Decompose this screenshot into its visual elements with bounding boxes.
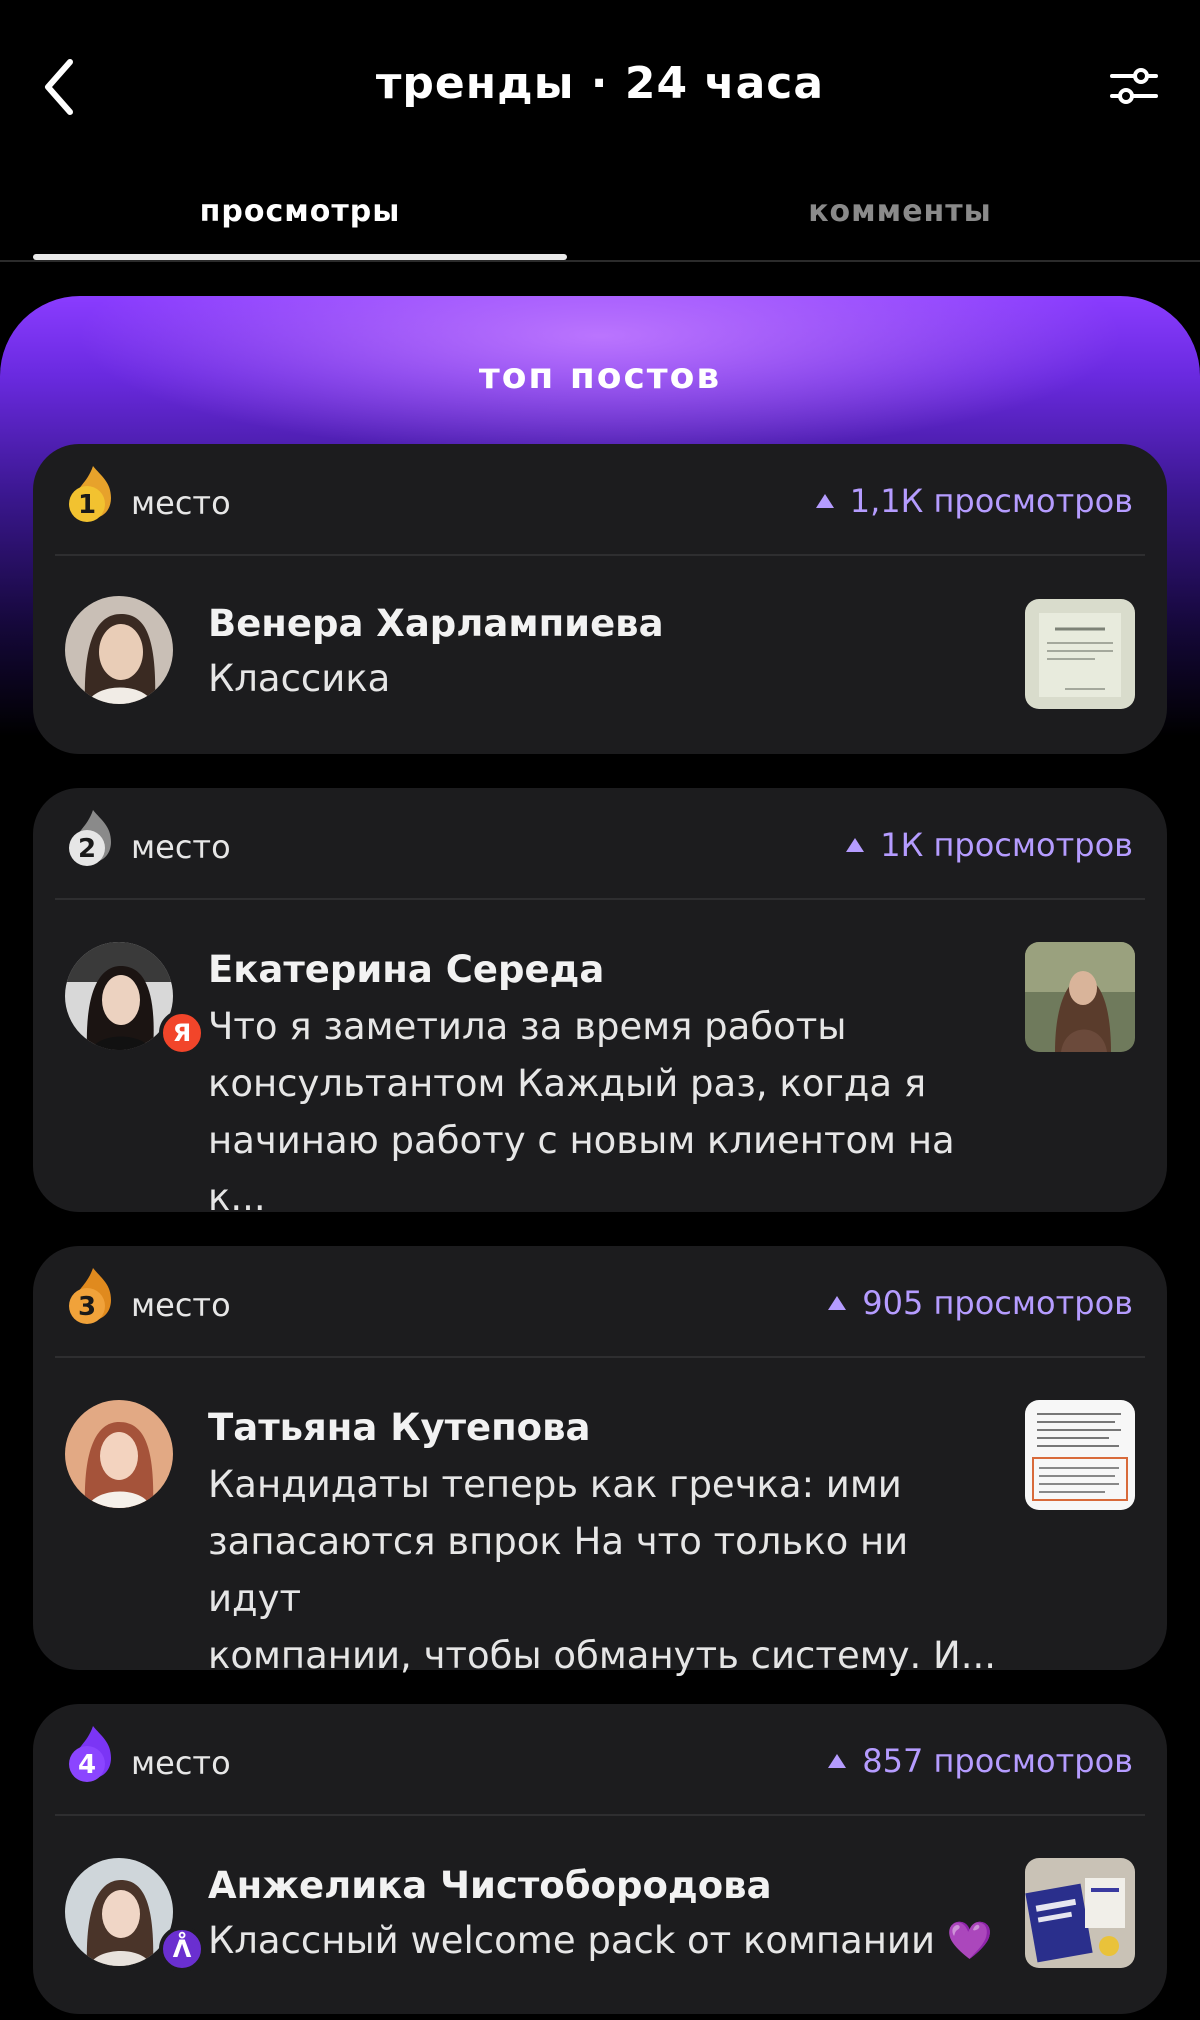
trend-up-icon xyxy=(815,494,834,508)
tab-bar: просмотры комменты xyxy=(0,180,1200,262)
trend-up-icon xyxy=(846,838,865,852)
avatar[interactable] xyxy=(65,942,173,1050)
author-name[interactable]: Екатерина Середа xyxy=(208,948,604,991)
author-name[interactable]: Венера Харлампиева xyxy=(208,602,664,645)
post-thumbnail[interactable] xyxy=(1025,599,1135,709)
post-card[interactable]: 1 место 1,1К просмотров Венера Харлампие… xyxy=(33,444,1167,754)
views-count: 905 просмотров xyxy=(828,1284,1133,1322)
views-count: 1К просмотров xyxy=(846,826,1133,864)
place-label: место xyxy=(131,828,231,866)
place-label: место xyxy=(131,484,231,522)
page-title: тренды · 24 часа xyxy=(375,58,825,109)
card-header: 4 место 857 просмотров xyxy=(33,1704,1167,1814)
divider xyxy=(55,1356,1145,1358)
post-thumbnail[interactable] xyxy=(1025,942,1135,1052)
trend-up-icon xyxy=(828,1296,847,1310)
gold-flame-icon: 1 xyxy=(69,466,111,522)
post-snippet: Что я заметила за время работы консульта… xyxy=(208,1005,955,1219)
avatar[interactable] xyxy=(65,1858,173,1966)
svg-text:4: 4 xyxy=(78,1750,96,1780)
filter-button[interactable] xyxy=(1108,64,1160,108)
post-card[interactable]: 3 место 905 просмотров Татьяна Кутепова … xyxy=(33,1246,1167,1677)
post-snippet: Кандидаты теперь как гречка: ими запасаю… xyxy=(208,1463,997,1677)
tab-views[interactable]: просмотры xyxy=(33,194,567,229)
yandex-badge: Я xyxy=(159,1010,205,1056)
bronze-flame-icon: 3 xyxy=(69,1268,111,1324)
post-snippet: Классика xyxy=(208,657,391,700)
active-tab-indicator xyxy=(33,254,567,260)
post-card[interactable]: 4 место 857 просмотров ᐰ Анжелика Чистоб… xyxy=(33,1704,1167,2014)
card-header: 3 место 905 просмотров xyxy=(33,1246,1167,1356)
post-thumbnail[interactable] xyxy=(1025,1400,1135,1510)
post-card[interactable]: 2 место 1К просмотров Я Екатерина Середа… xyxy=(33,788,1167,1219)
card-header: 2 место 1К просмотров xyxy=(33,788,1167,898)
svg-text:1: 1 xyxy=(78,490,96,520)
svg-text:2: 2 xyxy=(78,834,96,864)
company-badge: ᐰ xyxy=(159,1926,205,1972)
tab-comments[interactable]: комменты xyxy=(633,194,1167,229)
author-name[interactable]: Анжелика Чистобородова xyxy=(208,1864,772,1907)
avatar[interactable] xyxy=(65,596,173,704)
divider xyxy=(55,554,1145,556)
sliders-icon xyxy=(1110,68,1158,104)
purple-flame-icon: 4 xyxy=(69,1726,111,1782)
divider xyxy=(55,1814,1145,1816)
views-count: 1,1К просмотров xyxy=(815,482,1133,520)
svg-text:3: 3 xyxy=(78,1292,96,1322)
avatar[interactable] xyxy=(65,1400,173,1508)
divider xyxy=(55,898,1145,900)
silver-flame-icon: 2 xyxy=(69,810,111,866)
place-label: место xyxy=(131,1286,231,1324)
author-name[interactable]: Татьяна Кутепова xyxy=(208,1406,590,1449)
post-snippet: Классный welcome pack от компании 💜 xyxy=(208,1919,993,1962)
card-header: 1 место 1,1К просмотров xyxy=(33,444,1167,554)
views-count: 857 просмотров xyxy=(828,1742,1133,1780)
place-label: место xyxy=(131,1744,231,1782)
top-bar: тренды · 24 часа xyxy=(0,0,1200,170)
trend-up-icon xyxy=(828,1754,847,1768)
post-thumbnail[interactable] xyxy=(1025,1858,1135,1968)
section-title: топ постов xyxy=(478,356,722,397)
